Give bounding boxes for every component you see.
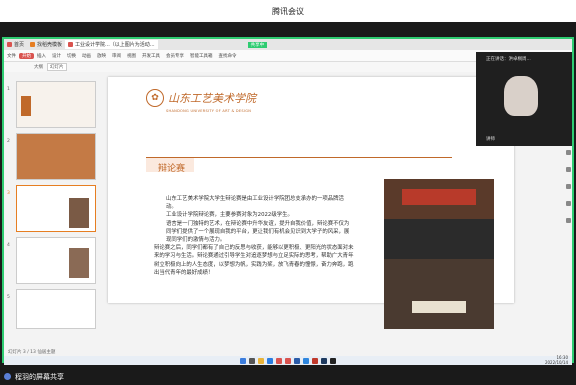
template-icon [30, 42, 36, 47]
home-icon [7, 42, 12, 47]
participant-avatar [504, 76, 538, 116]
speaker-video[interactable]: 正在讲话：洪卓桐周... 讲师 [476, 52, 572, 146]
browser-tabbar: 首页 找稻壳模板 工业设计学院...（以上图片为活动... 共享中 [4, 39, 572, 50]
school-emblem-icon: ✿ [146, 89, 164, 107]
share-footer: 程羽的屏幕共享 [0, 368, 576, 385]
files-icon[interactable] [258, 357, 264, 364]
wps-icon[interactable] [285, 357, 291, 364]
slide-body: 山东工艺美术学院大学生辩论赛是由工业设计学院团总支承办的一项品牌活动。 工业设计… [154, 195, 354, 277]
paragraph-1: 山东工艺美术学院大学生辩论赛是由工业设计学院团总支承办的一项品牌活动。 [166, 196, 344, 211]
meeting-icon[interactable] [303, 357, 309, 364]
ribbon-search[interactable]: 查找命令 [216, 53, 240, 59]
ribbon-file[interactable]: 文件 [4, 53, 19, 59]
thumbnail-4[interactable] [16, 237, 96, 284]
paragraph-3: 语言是一门独特的艺术，在辩论赛中升华友谊，提升自我价值，辩论赛不仅为同学们提供了… [166, 220, 350, 244]
ribbon-slideshow[interactable]: 放映 [94, 53, 109, 59]
browser-icon[interactable] [267, 357, 273, 364]
start-icon[interactable] [240, 357, 246, 364]
slides-tab[interactable]: 幻灯片 [47, 63, 67, 71]
ribbon-view[interactable]: 视图 [124, 53, 139, 59]
ribbon-review[interactable]: 审阅 [109, 53, 124, 59]
taskbar [4, 356, 572, 365]
user-avatar-icon [4, 373, 11, 380]
photoshop-icon[interactable] [321, 357, 327, 364]
ribbon-member[interactable]: 会员专享 [163, 53, 187, 59]
paragraph-2: 工业设计学院辩论赛，主要参赛对象为2022级学生。 [166, 212, 293, 219]
thumbnail-3[interactable] [16, 185, 96, 232]
word-icon[interactable] [294, 357, 300, 364]
chrome-icon[interactable] [276, 357, 282, 364]
speaking-label: 正在讲话：洪卓桐周... [486, 57, 531, 62]
school-name-cn: 山东工艺美术学院 [168, 92, 256, 105]
slide-canvas[interactable]: ✿ 山东工艺美术学院 SHANDONG UNIVERSITY OF ART & … [108, 77, 514, 329]
outline-tab[interactable]: 大纲 [34, 64, 43, 70]
tab-home[interactable]: 首页 [4, 40, 27, 49]
mic-icon[interactable] [566, 150, 571, 155]
school-logo: ✿ 山东工艺美术学院 [146, 89, 256, 107]
ppt-app-icon[interactable] [312, 357, 318, 364]
qq-icon[interactable] [330, 357, 336, 364]
status-bar: 幻灯片 3 / 13 仙居主题 [4, 348, 572, 356]
search-icon[interactable] [249, 357, 255, 364]
tab-document[interactable]: 工业设计学院...（以上图片为活动... [65, 40, 158, 49]
meeting-titlebar: 腾讯会议 [0, 0, 576, 22]
ribbon-toolbox[interactable]: 智能工具箱 [187, 53, 216, 59]
ribbon-design[interactable]: 设计 [49, 53, 64, 59]
ribbon-insert[interactable]: 插入 [34, 53, 49, 59]
title-divider [146, 157, 452, 158]
ribbon-transition[interactable]: 切换 [64, 53, 79, 59]
clock-date: 2022/10/14 [544, 359, 568, 365]
members-icon[interactable] [566, 201, 571, 206]
meeting-side-controls [566, 150, 572, 290]
camera-icon[interactable] [566, 167, 571, 172]
debate-photo [384, 179, 494, 329]
tab-template[interactable]: 找稻壳模板 [27, 40, 65, 49]
meeting-title: 腾讯会议 [272, 6, 304, 16]
slide-thumbnails: 1 2 3 4 5 [4, 73, 100, 348]
thumbnail-2[interactable] [16, 133, 96, 180]
share-badge: 共享中 [247, 41, 268, 48]
thumbnail-5[interactable] [16, 289, 96, 329]
share-owner-label: 程羽的屏幕共享 [15, 372, 64, 381]
thumbnail-1[interactable] [16, 81, 96, 128]
ppt-icon [68, 42, 74, 47]
speaker-name-label: 讲师 [486, 137, 495, 142]
clock: 16:30 2022/10/14 [544, 355, 568, 365]
ribbon-developer[interactable]: 开发工具 [139, 53, 163, 59]
school-name-en: SHANDONG UNIVERSITY OF ART & DESIGN [166, 109, 252, 113]
chat-icon[interactable] [566, 184, 571, 189]
slide-title: 辩论赛 [158, 164, 186, 174]
paragraph-4: 辩论赛之后，同学们都有了自己的反思与收获，能够以更积极、更阳光的状态面对未来的学… [154, 245, 354, 276]
ribbon-animation[interactable]: 动画 [79, 53, 94, 59]
ribbon-home[interactable]: 开始 [19, 52, 34, 59]
more-icon[interactable] [566, 218, 571, 223]
